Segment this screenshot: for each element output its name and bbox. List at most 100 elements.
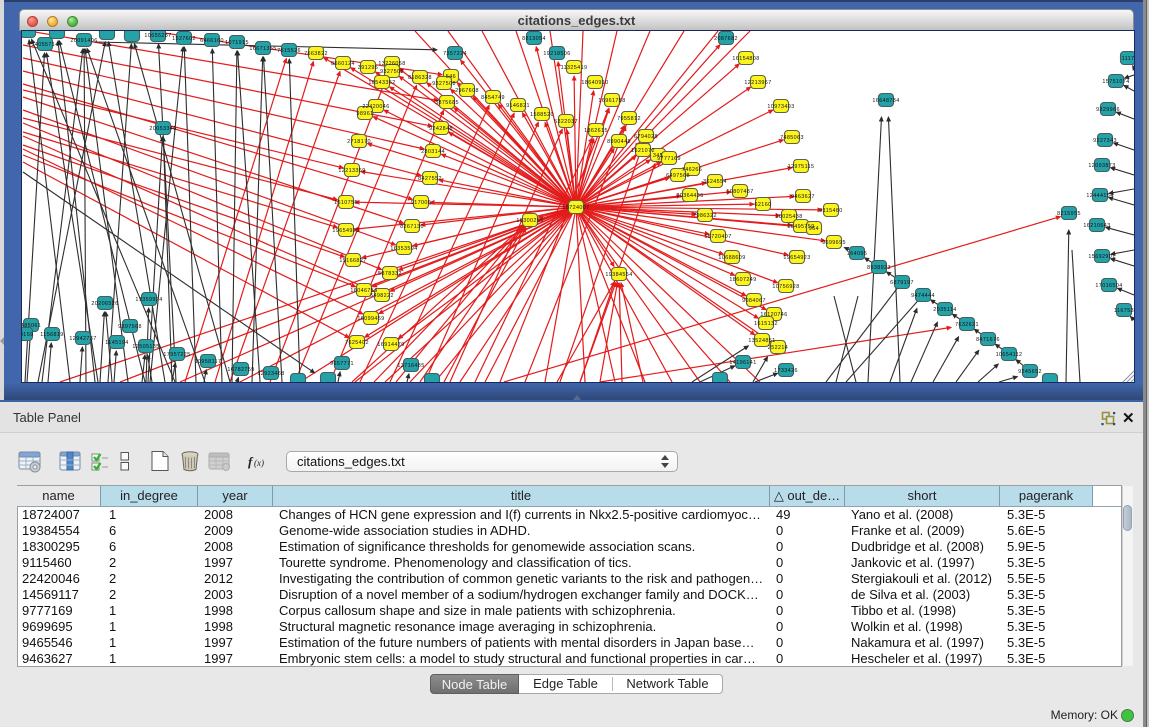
svg-text:17016504: 17016504 [1095, 283, 1122, 289]
svg-text:252214: 252214 [768, 345, 788, 351]
svg-text:10543362: 10543362 [368, 80, 395, 86]
svg-text:1145194: 1145194 [105, 340, 128, 346]
svg-text:7663822: 7663822 [304, 51, 328, 57]
svg-text:19384554: 19384554 [605, 272, 632, 278]
svg-text:18300295: 18300295 [516, 218, 543, 224]
svg-text:6497568: 6497568 [666, 173, 690, 179]
svg-text:12213967: 12213967 [744, 80, 771, 86]
svg-text:18724007: 18724007 [562, 205, 589, 211]
svg-text:9327505: 9327505 [380, 69, 404, 75]
svg-text:16120746: 16120746 [760, 312, 787, 318]
svg-text:2935114: 2935114 [933, 307, 956, 313]
svg-text:15692901: 15692901 [1088, 254, 1115, 260]
svg-text:9329966: 9329966 [1096, 107, 1120, 113]
svg-text:10688609: 10688609 [718, 255, 745, 261]
svg-text:2087682: 2087682 [714, 36, 738, 42]
svg-text:22420046: 22420046 [362, 104, 389, 110]
svg-text:12213369: 12213369 [338, 168, 365, 174]
svg-text:8267130: 8267130 [400, 224, 424, 230]
svg-text:13716485: 13716485 [397, 363, 424, 369]
svg-text:1071915: 1071915 [225, 40, 249, 46]
svg-text:9657771: 9657771 [330, 361, 354, 367]
svg-text:9242848: 9242848 [429, 126, 453, 132]
svg-text:20091406: 20091406 [70, 38, 97, 44]
svg-text:9699695: 9699695 [822, 240, 846, 246]
svg-text:16961758: 16961758 [598, 98, 625, 104]
svg-text:17957225: 17957225 [163, 352, 190, 358]
svg-text:9397568: 9397568 [118, 324, 142, 330]
svg-text:12942737: 12942737 [69, 336, 96, 342]
svg-text:10655287: 10655287 [144, 33, 171, 39]
svg-text:1615132: 1615132 [754, 321, 778, 327]
svg-text:18640910: 18640910 [581, 80, 608, 86]
svg-text:11325419: 11325419 [561, 65, 588, 71]
svg-text:10973493: 10973493 [767, 104, 794, 110]
svg-text:12923468: 12923468 [257, 371, 284, 377]
svg-text:5322037: 5322037 [554, 119, 578, 125]
svg-text:6879197: 6879197 [890, 280, 914, 286]
svg-text:1588520: 1588520 [530, 112, 554, 118]
svg-text:7632621: 7632621 [955, 322, 979, 328]
svg-text:12093873: 12093873 [1088, 163, 1115, 169]
svg-text:7986322: 7986322 [693, 213, 717, 219]
svg-text:10958117: 10958117 [195, 359, 222, 365]
svg-text:9146821: 9146821 [506, 103, 530, 109]
svg-text:964: 964 [809, 226, 819, 232]
svg-text:7515526: 7515526 [277, 48, 301, 54]
svg-text:19218506: 19218506 [543, 51, 570, 57]
svg-text:9777169: 9777169 [657, 156, 681, 162]
svg-text:3624554: 3624554 [703, 179, 727, 185]
svg-text:14055714: 14055714 [31, 42, 58, 48]
svg-text:16099459: 16099459 [357, 316, 384, 322]
svg-text:10756928: 10756928 [772, 284, 799, 290]
svg-text:546: 546 [446, 74, 456, 80]
svg-text:20364436: 20364436 [676, 193, 703, 199]
svg-text:12505135: 12505135 [132, 344, 159, 350]
svg-text:(x): (x) [254, 458, 264, 468]
svg-text:8215955: 8215955 [1057, 211, 1081, 217]
svg-text:16914479: 16914479 [377, 342, 404, 348]
svg-text:16782759: 16782759 [227, 367, 254, 373]
svg-text:9115460: 9115460 [819, 208, 842, 214]
svg-text:16648784: 16648784 [872, 98, 899, 104]
svg-text:485061: 485061 [22, 323, 41, 329]
svg-text:16154808: 16154808 [732, 56, 759, 62]
svg-text:19654923: 19654923 [783, 255, 810, 261]
svg-text:2967608: 2967608 [455, 88, 479, 94]
svg-text:16210643: 16210643 [1083, 223, 1110, 229]
svg-text:7625402: 7625402 [345, 340, 369, 346]
svg-text:12975115: 12975115 [788, 164, 815, 170]
svg-text:917006: 917006 [411, 200, 431, 206]
svg-text:8990448: 8990448 [607, 139, 631, 145]
svg-text:2718170: 2718170 [347, 139, 371, 145]
svg-text:1621072: 1621072 [631, 148, 655, 154]
svg-text:8938923: 8938923 [867, 265, 891, 271]
svg-text:9463627: 9463627 [791, 194, 815, 200]
svg-text:19654925: 19654925 [332, 228, 359, 234]
svg-text:8454749: 8454749 [481, 95, 505, 101]
svg-text:8471676: 8471676 [976, 337, 1000, 343]
svg-text:10025438: 10025438 [775, 214, 802, 220]
svg-text:39159: 39159 [22, 332, 34, 338]
svg-text:10807487: 10807487 [726, 189, 753, 195]
svg-text:15751074: 15751074 [1102, 79, 1129, 85]
svg-text:116753: 116753 [1114, 308, 1134, 314]
svg-text:98961: 98961 [357, 111, 374, 117]
svg-text:2803144: 2803144 [421, 149, 445, 155]
svg-text:13524851: 13524851 [748, 338, 775, 344]
svg-text:1117: 1117 [1122, 56, 1134, 62]
svg-text:9245652: 9245652 [1018, 369, 1042, 375]
svg-text:7357224: 7357224 [443, 51, 467, 57]
svg-text:62160: 62160 [755, 202, 772, 208]
svg-text:18607249: 18607249 [729, 277, 756, 283]
svg-text:5498222: 5498222 [370, 293, 394, 299]
svg-text:15720407: 15720407 [704, 234, 731, 240]
svg-text:6794028: 6794028 [634, 134, 658, 140]
svg-text:16671355: 16671355 [249, 46, 276, 52]
svg-text:1362615: 1362615 [584, 128, 608, 134]
svg-text:6466160: 6466160 [200, 38, 224, 44]
svg-text:164095: 164095 [847, 251, 867, 257]
svg-text:7955812: 7955812 [617, 116, 641, 122]
svg-text:8186328: 8186328 [408, 75, 432, 81]
svg-text:3875685: 3875685 [435, 100, 459, 106]
